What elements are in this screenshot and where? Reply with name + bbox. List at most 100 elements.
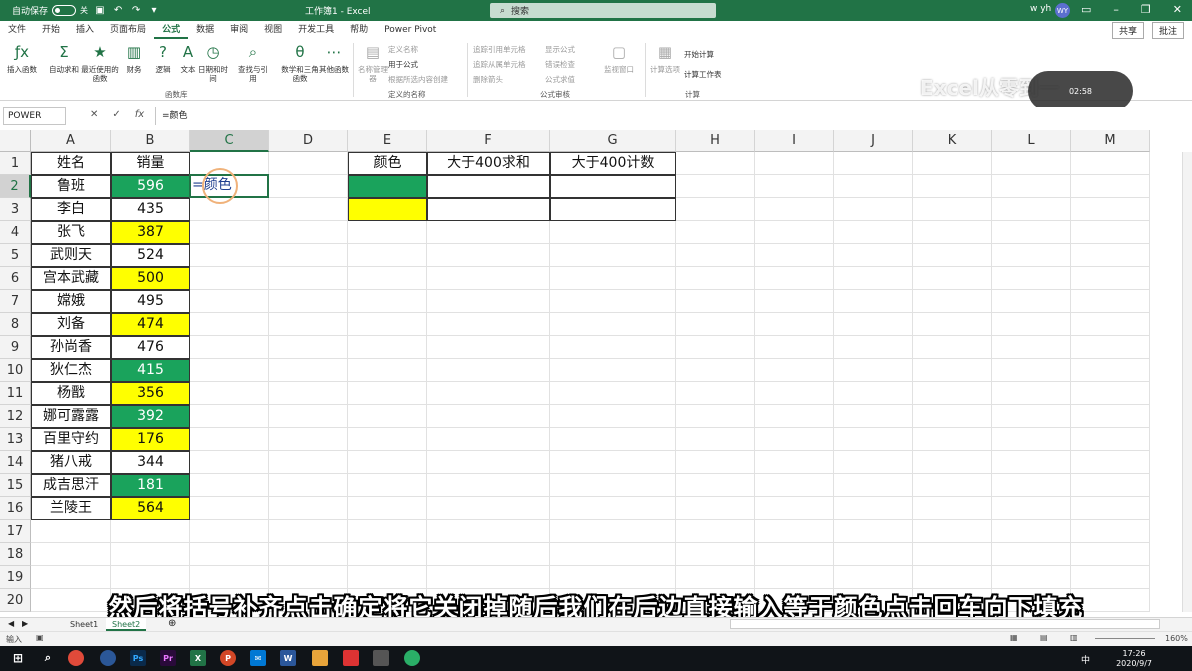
row-header-18[interactable]: 18 (0, 543, 31, 566)
sheet-tab-sheet2[interactable]: Sheet2 (106, 618, 147, 631)
column-header-A[interactable]: A (31, 130, 111, 152)
premiere-icon[interactable]: Pr (160, 650, 176, 666)
add-sheet-icon[interactable]: ⊕ (168, 618, 176, 629)
zoom-slider[interactable] (1095, 638, 1155, 639)
formula-input[interactable]: =颜色 (155, 107, 1185, 125)
chrome-icon[interactable] (68, 650, 84, 666)
name-box[interactable]: POWER (3, 107, 66, 125)
row-header-13[interactable]: 13 (0, 428, 31, 451)
cell-a10[interactable]: 狄仁杰 (31, 359, 111, 382)
ribbon-button-7[interactable]: ⌕ 查找与引用 (237, 41, 269, 83)
enter-icon[interactable]: ✓ (112, 109, 120, 120)
maximize-icon[interactable]: ❐ (1141, 3, 1151, 16)
cell-b11[interactable]: 356 (111, 382, 190, 405)
column-header-M[interactable]: M (1071, 130, 1150, 152)
word-icon[interactable]: W (280, 650, 296, 666)
page-layout-icon[interactable]: ▤ (1040, 633, 1048, 642)
tab-3[interactable]: 页面布局 (102, 21, 154, 39)
cell-e2[interactable] (348, 175, 427, 198)
ribbon-button-9[interactable]: ⋯ 其他函数 (318, 41, 350, 74)
row-header-4[interactable]: 4 (0, 221, 31, 244)
comments-button[interactable]: 批注 (1151, 22, 1184, 39)
row-header-16[interactable]: 16 (0, 497, 31, 520)
cell-g1[interactable]: 大于400计数 (550, 152, 676, 175)
row-header-8[interactable]: 8 (0, 313, 31, 336)
cell-a4[interactable]: 张飞 (31, 221, 111, 244)
row-header-15[interactable]: 15 (0, 474, 31, 497)
cell-b8[interactable]: 474 (111, 313, 190, 336)
cell-g2[interactable] (550, 175, 676, 198)
windows-start-icon[interactable]: ⊞ (10, 650, 26, 666)
column-header-E[interactable]: E (348, 130, 427, 152)
undo-icon[interactable]: ↶ (112, 5, 124, 17)
cell-e1[interactable]: 颜色 (348, 152, 427, 175)
evaluate-formula-button[interactable]: 公式求值 (545, 74, 575, 85)
select-all-corner[interactable] (0, 130, 31, 152)
autosave-toggle[interactable] (52, 5, 77, 16)
row-header-7[interactable]: 7 (0, 290, 31, 313)
cell-g3[interactable] (550, 198, 676, 221)
cell-f2[interactable] (427, 175, 550, 198)
column-header-L[interactable]: L (992, 130, 1071, 152)
app-icon[interactable] (343, 650, 359, 666)
cell-a11[interactable]: 杨戬 (31, 382, 111, 405)
video-overlay[interactable]: 02:58 (1028, 71, 1133, 111)
tab-6[interactable]: 审阅 (222, 21, 256, 39)
system-clock[interactable]: 17:26 2020/9/7 (1116, 649, 1152, 669)
avatar[interactable]: WY (1055, 3, 1070, 18)
cell-a6[interactable]: 宫本武藏 (31, 267, 111, 290)
use-in-formula-button[interactable]: 用于公式 (388, 59, 418, 70)
row-header-10[interactable]: 10 (0, 359, 31, 382)
cell-b13[interactable]: 176 (111, 428, 190, 451)
show-formulas-button[interactable]: 显示公式 (545, 44, 575, 55)
cell-a8[interactable]: 刘备 (31, 313, 111, 336)
tab-1[interactable]: 开始 (34, 21, 68, 39)
row-header-14[interactable]: 14 (0, 451, 31, 474)
share-button[interactable]: 共享 (1111, 22, 1144, 39)
tab-2[interactable]: 插入 (68, 21, 102, 39)
cell-f1[interactable]: 大于400求和 (427, 152, 550, 175)
search-box[interactable]: ⌕ 搜索 (490, 3, 716, 18)
cell-b4[interactable]: 387 (111, 221, 190, 244)
row-header-9[interactable]: 9 (0, 336, 31, 359)
calc-sheet-button[interactable]: 计算工作表 (684, 69, 722, 80)
trace-dependents-button[interactable]: 追踪从属单元格 (473, 59, 526, 70)
name-manager-button[interactable]: ▤ 名称管理器 (358, 41, 388, 83)
cell-a3[interactable]: 李白 (31, 198, 111, 221)
cell-b16[interactable]: 564 (111, 497, 190, 520)
define-name-button[interactable]: 定义名称 (388, 44, 418, 55)
save-icon[interactable]: ▣ (94, 5, 106, 17)
worksheet-grid[interactable]: A B C D E F G H I J K L M 1 2 3 4 5 6 7 8 9 10 11 12 13 14 15 16 17 18… (0, 130, 1192, 615)
zoom-level[interactable]: 160% (1165, 634, 1188, 643)
sheet-tab-sheet1[interactable]: Sheet1 (64, 618, 104, 631)
row-header-6[interactable]: 6 (0, 267, 31, 290)
row-header-19[interactable]: 19 (0, 566, 31, 589)
row-header-3[interactable]: 3 (0, 198, 31, 221)
ribbon-button-2[interactable]: ★ 最近使用的函数 (80, 41, 120, 83)
cell-e3[interactable] (348, 198, 427, 221)
cell-b2[interactable]: 596 (111, 175, 190, 198)
cell-b14[interactable]: 344 (111, 451, 190, 474)
tab-4[interactable]: 公式 (154, 21, 189, 39)
row-header-11[interactable]: 11 (0, 382, 31, 405)
cell-a1[interactable]: 姓名 (31, 152, 111, 175)
normal-view-icon[interactable]: ▦ (1010, 633, 1018, 642)
trace-precedents-button[interactable]: 追踪引用单元格 (473, 44, 526, 55)
cell-b15[interactable]: 181 (111, 474, 190, 497)
prev-sheet-icon[interactable]: ◀ (8, 619, 14, 628)
column-header-K[interactable]: K (913, 130, 992, 152)
redo-icon[interactable]: ↷ (130, 5, 142, 17)
create-from-selection-button[interactable]: 根据所选内容创建 (388, 74, 448, 85)
cell-a2[interactable]: 鲁班 (31, 175, 111, 198)
ime-indicator[interactable]: 中 (1081, 653, 1090, 666)
cell-b1[interactable]: 销量 (111, 152, 190, 175)
calc-now-button[interactable]: 开始计算 (684, 49, 714, 60)
cell-a16[interactable]: 兰陵王 (31, 497, 111, 520)
cell-b5[interactable]: 524 (111, 244, 190, 267)
column-header-J[interactable]: J (834, 130, 913, 152)
tab-10[interactable]: Power Pivot (376, 21, 444, 39)
column-header-F[interactable]: F (427, 130, 550, 152)
tab-0[interactable]: 文件 (0, 21, 34, 39)
column-header-B[interactable]: B (111, 130, 190, 152)
search-icon[interactable]: ⌕ (40, 650, 56, 666)
